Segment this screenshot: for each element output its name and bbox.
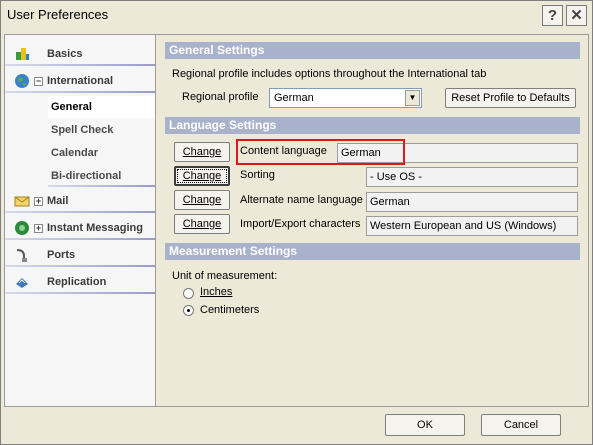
ports-icon: [13, 246, 31, 264]
change-sorting-button[interactable]: Change: [174, 166, 230, 186]
sidebar-item-label: Instant Messaging: [47, 222, 143, 234]
change-alternate-name-language-button[interactable]: Change: [174, 190, 230, 210]
reset-profile-button[interactable]: Reset Profile to Defaults: [445, 88, 576, 108]
collapse-icon[interactable]: −: [34, 76, 43, 86]
sorting-field: - Use OS -: [366, 167, 578, 187]
sidebar-item-label: Basics: [47, 48, 83, 60]
sidebar-item-replication[interactable]: Replication: [5, 269, 155, 295]
instant-messaging-icon: [13, 219, 31, 237]
unit-of-measurement-label: Unit of measurement:: [172, 270, 278, 282]
sidebar-item-label: Mail: [47, 195, 69, 207]
language-settings-header: Language Settings: [165, 117, 580, 134]
user-preferences-window: User Preferences ? ✕ Basics − Internatio…: [0, 0, 593, 445]
centimeters-radio[interactable]: [183, 305, 194, 316]
sidebar-item-mail[interactable]: + Mail: [5, 188, 155, 214]
sidebar-item-basics[interactable]: Basics: [5, 41, 155, 67]
help-icon: ?: [547, 7, 558, 24]
ok-button[interactable]: OK: [385, 414, 465, 436]
sidebar-item-label: Ports: [47, 249, 76, 261]
measurement-settings-header: Measurement Settings: [165, 243, 580, 260]
sidebar-item-instant-messaging[interactable]: + Instant Messaging: [5, 215, 155, 241]
sidebar: Basics − International General Spell Che…: [4, 34, 156, 407]
general-settings-header: General Settings: [165, 42, 580, 59]
change-import-export-characters-button[interactable]: Change: [174, 214, 230, 234]
globe-icon: [13, 72, 31, 90]
regional-profile-select[interactable]: German ▼: [269, 88, 422, 108]
regional-profile-label: Regional profile: [182, 91, 259, 103]
sidebar-subitem-calendar[interactable]: Calendar: [48, 142, 155, 164]
chevron-down-icon[interactable]: ▼: [405, 90, 420, 106]
expand-icon[interactable]: +: [34, 223, 43, 233]
regional-profile-description: Regional profile includes options throug…: [172, 68, 487, 80]
expand-icon[interactable]: +: [34, 196, 43, 206]
change-content-language-button[interactable]: Change: [174, 142, 230, 162]
sidebar-subitem-general[interactable]: General: [48, 96, 155, 118]
sidebar-item-ports[interactable]: Ports: [5, 242, 155, 268]
cancel-button[interactable]: Cancel: [481, 414, 561, 436]
import-export-characters-field: Western European and US (Windows): [366, 216, 578, 236]
mail-icon: [13, 192, 31, 210]
highlight-box: [236, 139, 405, 165]
sidebar-item-label: Replication: [47, 276, 107, 288]
inches-radio[interactable]: [183, 288, 194, 299]
centimeters-label[interactable]: Centimeters: [200, 304, 259, 316]
sidebar-item-label: International: [47, 75, 114, 87]
window-title: User Preferences: [7, 7, 109, 22]
sidebar-subitem-spell-check[interactable]: Spell Check: [48, 119, 155, 141]
sidebar-item-international[interactable]: − International: [5, 68, 155, 94]
inches-label[interactable]: Inches: [200, 286, 232, 298]
alternate-name-language-label: Alternate name language: [240, 194, 363, 206]
sorting-label: Sorting: [240, 169, 275, 181]
help-button[interactable]: ?: [542, 5, 563, 26]
sidebar-subitem-bi-directional[interactable]: Bi-directional: [48, 165, 155, 187]
replication-icon: [13, 273, 31, 291]
import-export-characters-label: Import/Export characters: [240, 218, 361, 230]
basics-icon: [13, 45, 31, 63]
alternate-name-language-field: German: [366, 192, 578, 212]
close-button[interactable]: ✕: [566, 5, 587, 26]
title-bar: User Preferences ? ✕: [1, 1, 592, 29]
settings-panel: General Settings Regional profile includ…: [156, 34, 589, 407]
close-icon: ✕: [570, 7, 583, 24]
